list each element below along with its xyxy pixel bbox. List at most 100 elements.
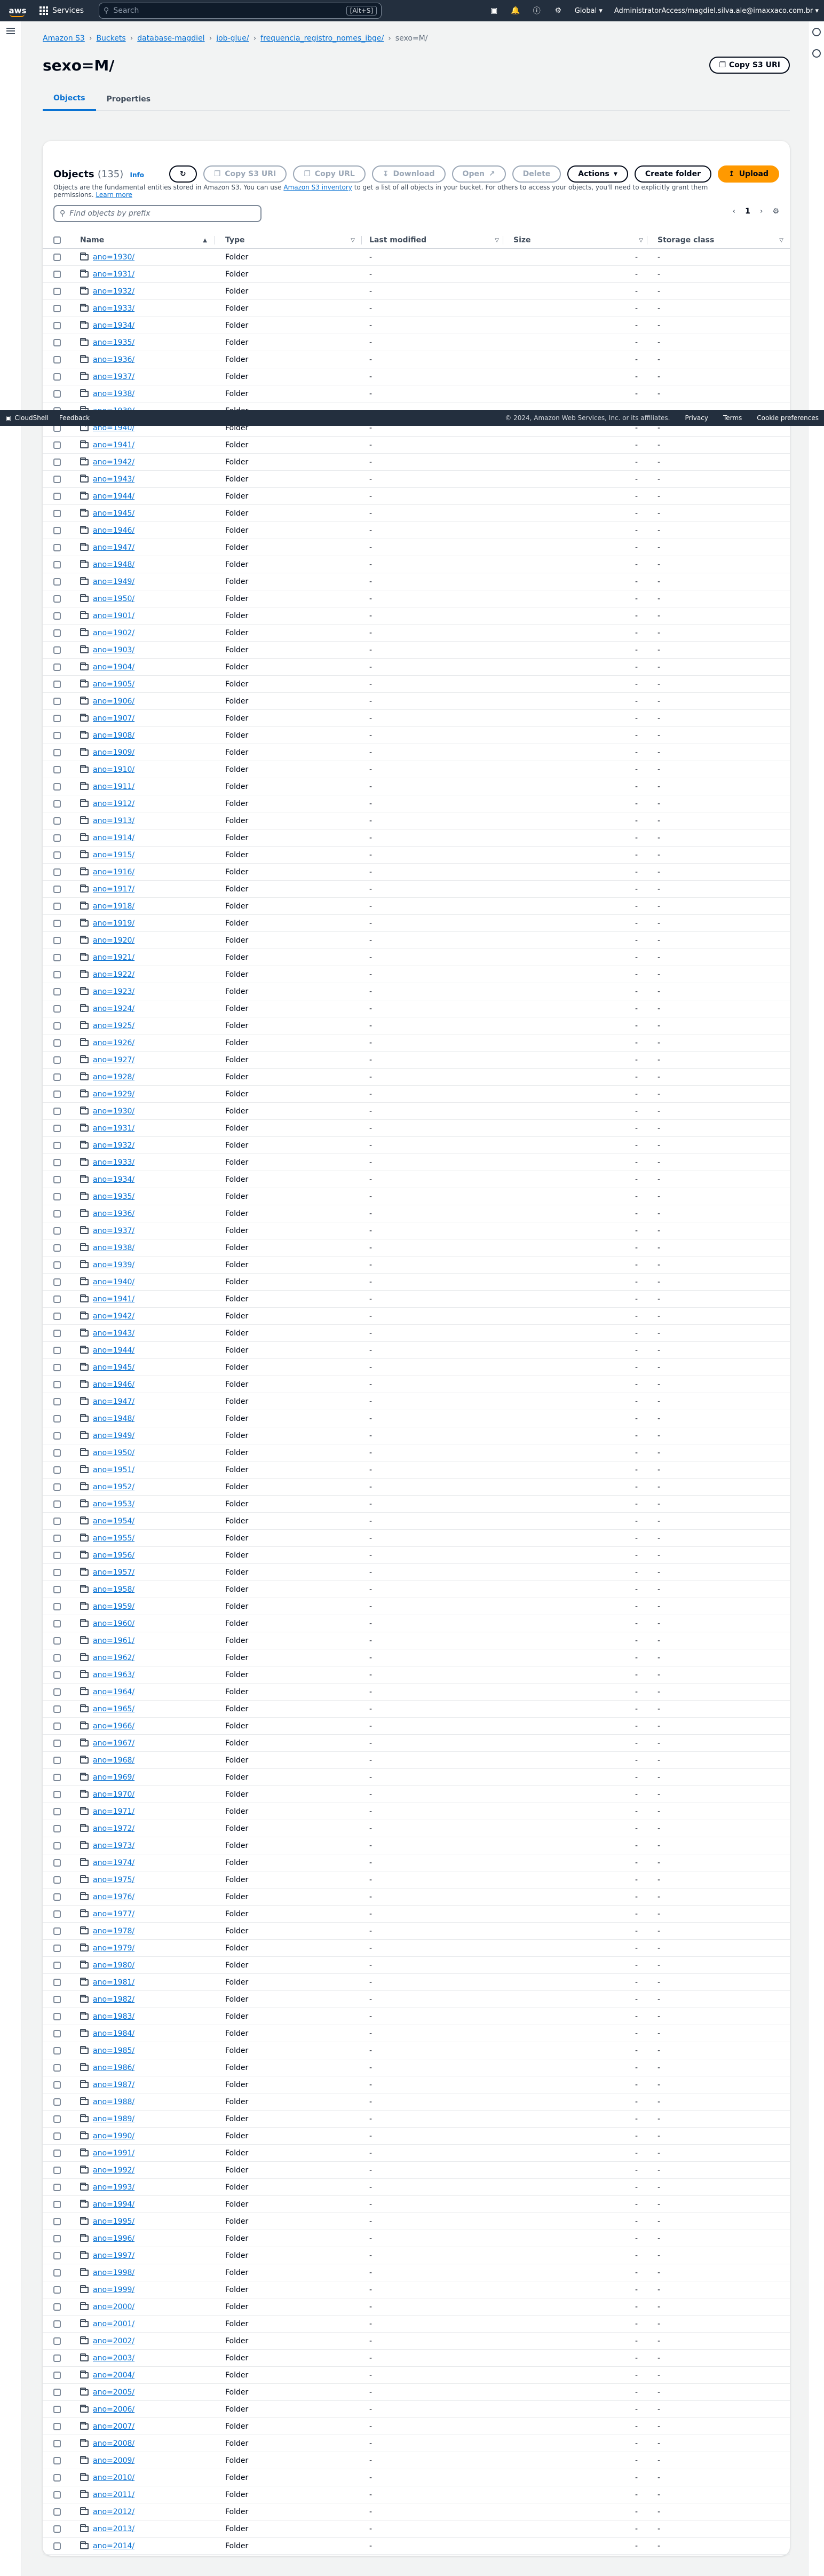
object-name-link[interactable]: ano=1913/	[93, 817, 134, 825]
copy-uri-button[interactable]: ❐ Copy S3 URI	[203, 165, 287, 183]
prefix-filter-input[interactable]: ⚲ Find objects by prefix	[53, 205, 262, 222]
object-name-link[interactable]: ano=1947/	[93, 1397, 134, 1406]
object-name-link[interactable]: ano=1983/	[93, 2012, 134, 2021]
object-name-link[interactable]: ano=2007/	[93, 2422, 134, 2431]
object-name-link[interactable]: ano=1961/	[93, 1637, 134, 1645]
col-size[interactable]: Size ▽	[513, 232, 649, 249]
row-checkbox[interactable]	[53, 1552, 61, 1559]
object-name-link[interactable]: ano=1931/	[93, 270, 134, 279]
object-name-link[interactable]: ano=1914/	[93, 834, 134, 842]
table-row[interactable]: ano=1965/Folder - - -	[43, 1701, 790, 1718]
object-name-link[interactable]: ano=1941/	[93, 441, 134, 449]
row-checkbox[interactable]	[53, 1227, 61, 1235]
row-checkbox[interactable]	[53, 1159, 61, 1166]
row-checkbox[interactable]	[53, 2115, 61, 2123]
object-name-link[interactable]: ano=1985/	[93, 2046, 134, 2055]
table-row[interactable]: ano=1913/Folder - - -	[43, 812, 790, 829]
row-checkbox[interactable]	[53, 646, 61, 654]
table-row[interactable]: ano=1952/Folder - - -	[43, 1479, 790, 1496]
row-checkbox[interactable]	[53, 1125, 61, 1132]
table-row[interactable]: ano=2007/Folder - - -	[43, 2418, 790, 2435]
object-name-link[interactable]: ano=1972/	[93, 1824, 134, 1833]
row-checkbox[interactable]	[53, 1073, 61, 1081]
object-name-link[interactable]: ano=1934/	[93, 1175, 134, 1184]
menu-icon[interactable]	[6, 28, 15, 34]
table-row[interactable]: ano=1935/Folder - - -	[43, 334, 790, 351]
table-row[interactable]: ano=1922/Folder - - -	[43, 966, 790, 983]
row-checkbox[interactable]	[53, 1757, 61, 1764]
object-name-link[interactable]: ano=1955/	[93, 1534, 134, 1543]
object-name-link[interactable]: ano=1997/	[93, 2251, 134, 2260]
table-row[interactable]: ano=1984/Folder - - -	[43, 2025, 790, 2042]
table-row[interactable]: ano=1947/Folder - - -	[43, 539, 790, 556]
row-checkbox[interactable]	[53, 2423, 61, 2430]
row-checkbox[interactable]	[53, 493, 61, 500]
row-checkbox[interactable]	[53, 561, 61, 568]
row-checkbox[interactable]	[53, 629, 61, 637]
table-row[interactable]: ano=2000/Folder - - -	[43, 2298, 790, 2316]
row-checkbox[interactable]	[53, 2013, 61, 2020]
table-row[interactable]: ano=1942/Folder - - -	[43, 1308, 790, 1325]
copy-s3-uri-button[interactable]: ❐ Copy S3 URI	[709, 57, 790, 74]
feedback-link[interactable]: Feedback	[59, 414, 90, 422]
actions-button[interactable]: Actions ▾	[567, 165, 628, 183]
object-name-link[interactable]: ano=1903/	[93, 646, 134, 654]
row-checkbox[interactable]	[53, 1108, 61, 1115]
row-checkbox[interactable]	[53, 1313, 61, 1320]
table-row[interactable]: ano=2005/Folder - - -	[43, 2384, 790, 2401]
table-row[interactable]: ano=2011/Folder - - -	[43, 2486, 790, 2503]
row-checkbox[interactable]	[53, 1330, 61, 1337]
table-row[interactable]: ano=1917/Folder - - -	[43, 881, 790, 898]
prev-page-icon[interactable]: ‹	[732, 207, 735, 216]
table-row[interactable]: ano=1992/Folder - - -	[43, 2162, 790, 2179]
table-row[interactable]: ano=1919/Folder - - -	[43, 915, 790, 932]
object-name-link[interactable]: ano=2013/	[93, 2525, 134, 2533]
object-name-link[interactable]: ano=1909/	[93, 748, 134, 757]
table-row[interactable]: ano=2001/Folder - - -	[43, 2316, 790, 2333]
object-name-link[interactable]: ano=1958/	[93, 1585, 134, 1594]
table-row[interactable]: ano=1912/Folder - - -	[43, 795, 790, 812]
row-checkbox[interactable]	[53, 1039, 61, 1047]
table-row[interactable]: ano=2008/Folder - - -	[43, 2435, 790, 2452]
row-checkbox[interactable]	[53, 1705, 61, 1713]
table-row[interactable]: ano=1950/Folder - - -	[43, 1444, 790, 1461]
object-name-link[interactable]: ano=1924/	[93, 1005, 134, 1013]
table-row[interactable]: ano=1999/Folder - - -	[43, 2281, 790, 2298]
object-name-link[interactable]: ano=1916/	[93, 868, 134, 876]
row-checkbox[interactable]	[53, 2303, 61, 2311]
row-checkbox[interactable]	[53, 937, 61, 944]
table-row[interactable]: ano=1988/Folder - - -	[43, 2093, 790, 2111]
next-page-icon[interactable]: ›	[760, 207, 763, 216]
table-row[interactable]: ano=1973/Folder - - -	[43, 1837, 790, 1854]
row-checkbox[interactable]	[53, 1193, 61, 1200]
object-name-link[interactable]: ano=1907/	[93, 714, 134, 723]
table-row[interactable]: ano=1916/Folder - - -	[43, 864, 790, 881]
table-row[interactable]: ano=1987/Folder - - -	[43, 2076, 790, 2093]
row-checkbox[interactable]	[53, 2457, 61, 2464]
table-row[interactable]: ano=1941/Folder - - -	[43, 1291, 790, 1308]
object-name-link[interactable]: ano=1980/	[93, 1961, 134, 1970]
object-name-link[interactable]: ano=1929/	[93, 1090, 134, 1099]
row-checkbox[interactable]	[53, 920, 61, 927]
table-row[interactable]: ano=1945/Folder - - -	[43, 505, 790, 522]
table-row[interactable]: ano=1938/Folder - - -	[43, 385, 790, 402]
table-row[interactable]: ano=1997/Folder - - -	[43, 2247, 790, 2264]
object-name-link[interactable]: ano=1978/	[93, 1927, 134, 1935]
row-checkbox[interactable]	[53, 1979, 61, 1986]
col-storage-class[interactable]: Storage class ▽	[657, 232, 790, 249]
object-name-link[interactable]: ano=1902/	[93, 629, 134, 637]
info-link[interactable]: Info	[130, 171, 144, 179]
object-name-link[interactable]: ano=1989/	[93, 2115, 134, 2123]
table-row[interactable]: ano=1937/Folder - - -	[43, 368, 790, 385]
object-name-link[interactable]: ano=1950/	[93, 595, 134, 603]
table-row[interactable]: ano=1909/Folder - - -	[43, 744, 790, 761]
object-name-link[interactable]: ano=1951/	[93, 1466, 134, 1474]
object-name-link[interactable]: ano=1993/	[93, 2183, 134, 2192]
row-checkbox[interactable]	[53, 2440, 61, 2447]
table-row[interactable]: ano=1959/Folder - - -	[43, 1598, 790, 1615]
object-name-link[interactable]: ano=1932/	[93, 287, 134, 296]
download-button[interactable]: ↧ Download	[371, 165, 446, 183]
help-icon[interactable]: ⓘ	[532, 6, 542, 15]
row-checkbox[interactable]	[53, 1364, 61, 1371]
object-name-link[interactable]: ano=2009/	[93, 2456, 134, 2465]
